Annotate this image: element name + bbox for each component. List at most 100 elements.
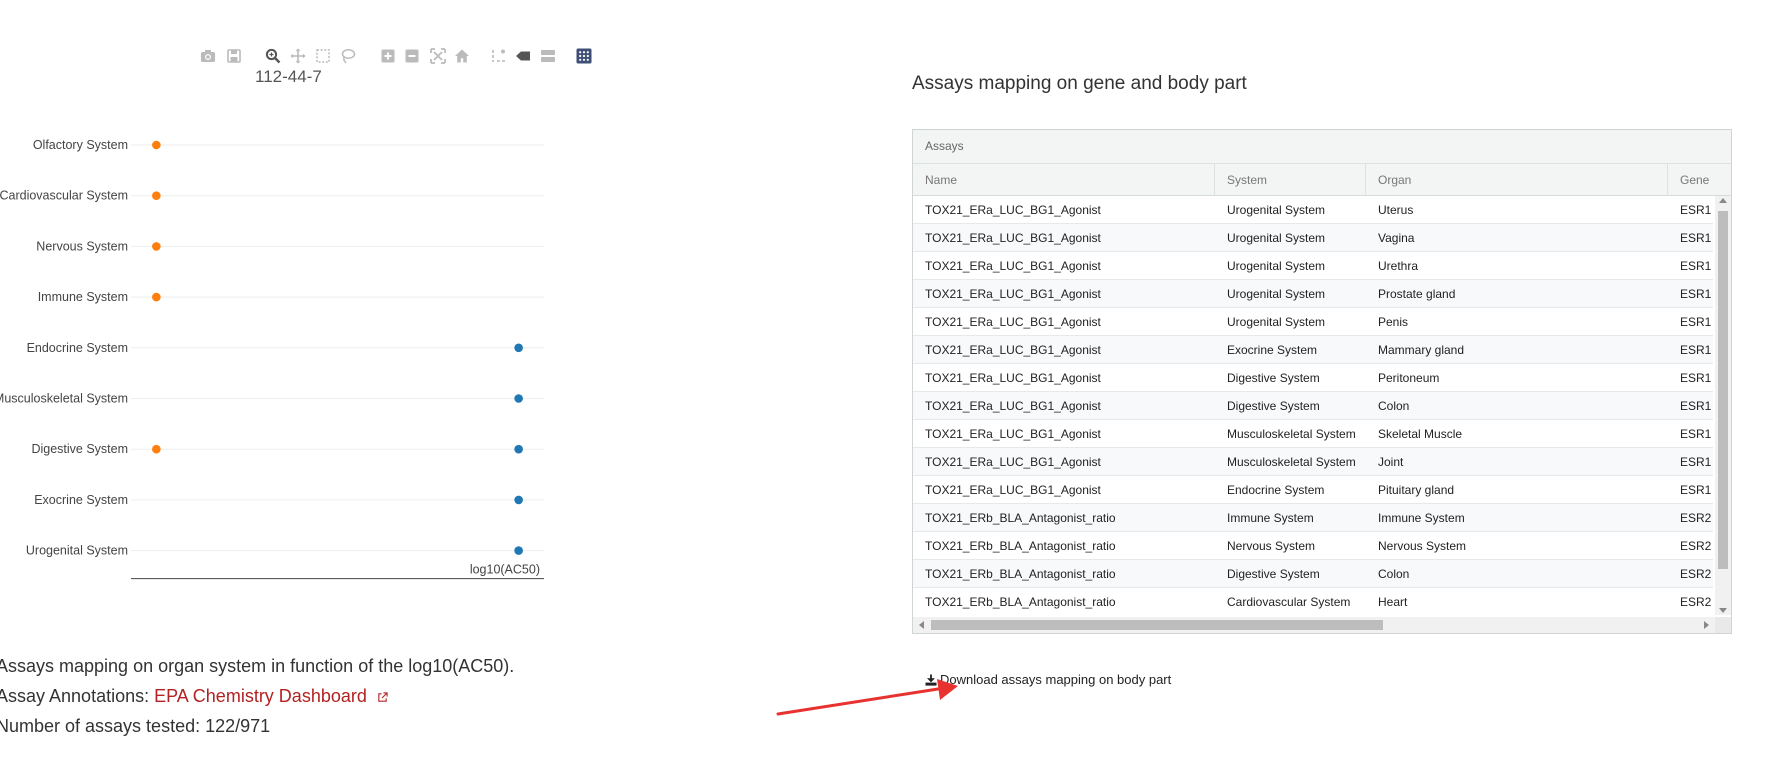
camera-icon[interactable] <box>200 48 216 64</box>
data-point <box>152 242 161 251</box>
table-row[interactable]: TOX21_ERa_LUC_BG1_Agonist Digestive Syste… <box>913 364 1713 392</box>
cell-organ: Colon <box>1378 399 1410 413</box>
y-tick-label: Urogenital System <box>26 544 128 558</box>
data-point <box>514 495 523 505</box>
table-row[interactable]: TOX21_ERa_LUC_BG1_Agonist Musculoskeletal… <box>913 420 1713 448</box>
assay-annotations-label: Assay Annotations: <box>0 686 155 706</box>
save-icon[interactable] <box>226 48 242 64</box>
cell-gene: ESR2 <box>1680 595 1712 609</box>
cell-name: TOX21_ERb_BLA_Antagonist_ratio <box>925 567 1116 581</box>
cell-name: TOX21_ERa_LUC_BG1_Agonist <box>925 287 1101 301</box>
table-row[interactable]: TOX21_ERb_BLA_Antagonist_ratio Immune Sys… <box>913 504 1713 532</box>
vertical-scrollbar[interactable] <box>1715 196 1731 615</box>
data-point <box>152 444 161 454</box>
plotly-logo-icon[interactable] <box>576 48 592 64</box>
cell-system: Musculoskeletal System <box>1227 455 1356 469</box>
table-row[interactable]: TOX21_ERa_LUC_BG1_Agonist Urogenital Syst… <box>913 196 1713 224</box>
cell-gene: ESR1 <box>1680 483 1712 497</box>
cell-system: Musculoskeletal System <box>1227 427 1356 441</box>
scroll-down-icon[interactable] <box>1719 608 1727 613</box>
table-row[interactable]: TOX21_ERa_LUC_BG1_Agonist Urogenital Syst… <box>913 252 1713 280</box>
y-tick-label: Exocrine System <box>34 493 128 507</box>
download-icon <box>925 674 937 686</box>
table-row[interactable]: TOX21_ERa_LUC_BG1_Agonist Endocrine Syste… <box>913 476 1713 504</box>
cell-system: Urogenital System <box>1227 259 1326 273</box>
cell-gene: ESR2 <box>1680 511 1712 525</box>
pan-icon[interactable] <box>290 48 306 64</box>
cell-system: Digestive System <box>1227 567 1320 581</box>
cell-name: TOX21_ERa_LUC_BG1_Agonist <box>925 343 1101 357</box>
scrollbar-corner <box>1715 617 1731 633</box>
box-select-icon[interactable] <box>315 48 331 64</box>
assays-tested-count: Number of assays tested: 122/971 <box>0 716 271 736</box>
zoom-out-icon[interactable] <box>404 48 420 64</box>
data-point <box>514 444 523 454</box>
download-assays-button[interactable]: Download assays mapping on body part <box>925 672 1171 687</box>
data-point <box>514 394 523 403</box>
lasso-icon[interactable] <box>340 48 356 64</box>
epa-dashboard-link[interactable]: EPA Chemistry Dashboard <box>154 686 367 706</box>
cell-gene: ESR1 <box>1680 203 1712 217</box>
scroll-right-icon[interactable] <box>1704 621 1709 629</box>
horizontal-scroll-thumb[interactable] <box>931 620 1383 630</box>
data-point <box>152 191 161 200</box>
table-row[interactable]: TOX21_ERa_LUC_BG1_Agonist Digestive Syste… <box>913 392 1713 420</box>
zoom-icon[interactable] <box>265 48 281 64</box>
cell-system: Immune System <box>1227 511 1314 525</box>
assays-panel-title: Assays <box>913 130 1731 164</box>
table-row[interactable]: TOX21_ERa_LUC_BG1_Agonist Urogenital Syst… <box>913 308 1713 336</box>
table-row[interactable]: TOX21_ERa_LUC_BG1_Agonist Urogenital Syst… <box>913 280 1713 308</box>
cell-organ: Mammary gland <box>1378 343 1465 357</box>
cell-organ: Prostate gland <box>1378 287 1456 301</box>
cell-organ: Pituitary gland <box>1378 483 1455 497</box>
download-assays-label: Download assays mapping on body part <box>940 672 1172 687</box>
table-row[interactable]: TOX21_ERa_LUC_BG1_Agonist Urogenital Syst… <box>913 224 1713 252</box>
vertical-scroll-thumb[interactable] <box>1718 211 1728 569</box>
y-tick-label: Cardiovascular System <box>0 189 128 203</box>
cell-system: Urogenital System <box>1227 231 1326 245</box>
cell-system: Digestive System <box>1227 399 1320 413</box>
cell-name: TOX21_ERa_LUC_BG1_Agonist <box>925 371 1101 385</box>
autoscale-icon[interactable] <box>430 48 446 64</box>
assays-table-panel: Assays Name System Organ Gene TOX21_ERa_… <box>912 129 1732 634</box>
cell-organ: Joint <box>1378 455 1404 469</box>
scroll-up-icon[interactable] <box>1719 198 1727 203</box>
hover-compare-icon[interactable] <box>540 48 556 64</box>
col-header-name[interactable]: Name <box>913 164 1215 195</box>
data-point <box>514 343 523 353</box>
table-row[interactable]: TOX21_ERa_LUC_BG1_Agonist Musculoskeletal… <box>913 448 1713 476</box>
spike-lines-icon[interactable] <box>490 48 506 64</box>
cell-name: TOX21_ERb_BLA_Antagonist_ratio <box>925 511 1116 525</box>
col-header-organ[interactable]: Organ <box>1366 164 1668 195</box>
reset-axes-icon[interactable] <box>454 48 470 64</box>
cell-name: TOX21_ERb_BLA_Antagonist_ratio <box>925 595 1116 609</box>
cell-system: Digestive System <box>1227 371 1320 385</box>
table-row[interactable]: TOX21_ERb_BLA_Antagonist_ratio Nervous Sy… <box>913 532 1713 560</box>
table-row[interactable]: TOX21_ERb_BLA_Antagonist_ratio Cardiovasc… <box>913 588 1713 613</box>
assays-mapping-title: Assays mapping on gene and body part <box>912 73 1247 94</box>
hover-closest-icon[interactable] <box>515 48 531 64</box>
cell-system: Cardiovascular System <box>1227 595 1351 609</box>
cell-gene: ESR1 <box>1680 371 1712 385</box>
scroll-left-icon[interactable] <box>919 621 924 629</box>
table-row[interactable]: TOX21_ERa_LUC_BG1_Agonist Exocrine System… <box>913 336 1713 364</box>
horizontal-scrollbar[interactable] <box>913 617 1715 633</box>
organ-system-chart: Olfactory System Cardiovascular System Ner… <box>0 95 600 605</box>
data-point <box>152 292 161 302</box>
cell-name: TOX21_ERa_LUC_BG1_Agonist <box>925 259 1101 273</box>
col-header-gene[interactable]: Gene <box>1668 164 1728 195</box>
cell-system: Urogenital System <box>1227 315 1326 329</box>
y-tick-label: Musculoskeletal System <box>0 392 128 406</box>
cell-gene: ESR1 <box>1680 455 1712 469</box>
cell-gene: ESR2 <box>1680 539 1712 553</box>
zoom-in-icon[interactable] <box>380 48 396 64</box>
table-row[interactable]: TOX21_ERb_BLA_Antagonist_ratio Digestive … <box>913 560 1713 588</box>
table-body: TOX21_ERa_LUC_BG1_Agonist Urogenital Syst… <box>913 196 1713 613</box>
assay-annotations: Assay Annotations: EPA Chemistry Dashboa… <box>0 686 696 707</box>
chart-caption: Assays mapping on organ system in functi… <box>0 656 515 676</box>
cell-system: Urogenital System <box>1227 287 1326 301</box>
cell-organ: Immune System <box>1378 511 1465 525</box>
y-tick-label: Endocrine System <box>27 341 128 355</box>
col-header-system[interactable]: System <box>1215 164 1366 195</box>
cell-system: Urogenital System <box>1227 203 1326 217</box>
